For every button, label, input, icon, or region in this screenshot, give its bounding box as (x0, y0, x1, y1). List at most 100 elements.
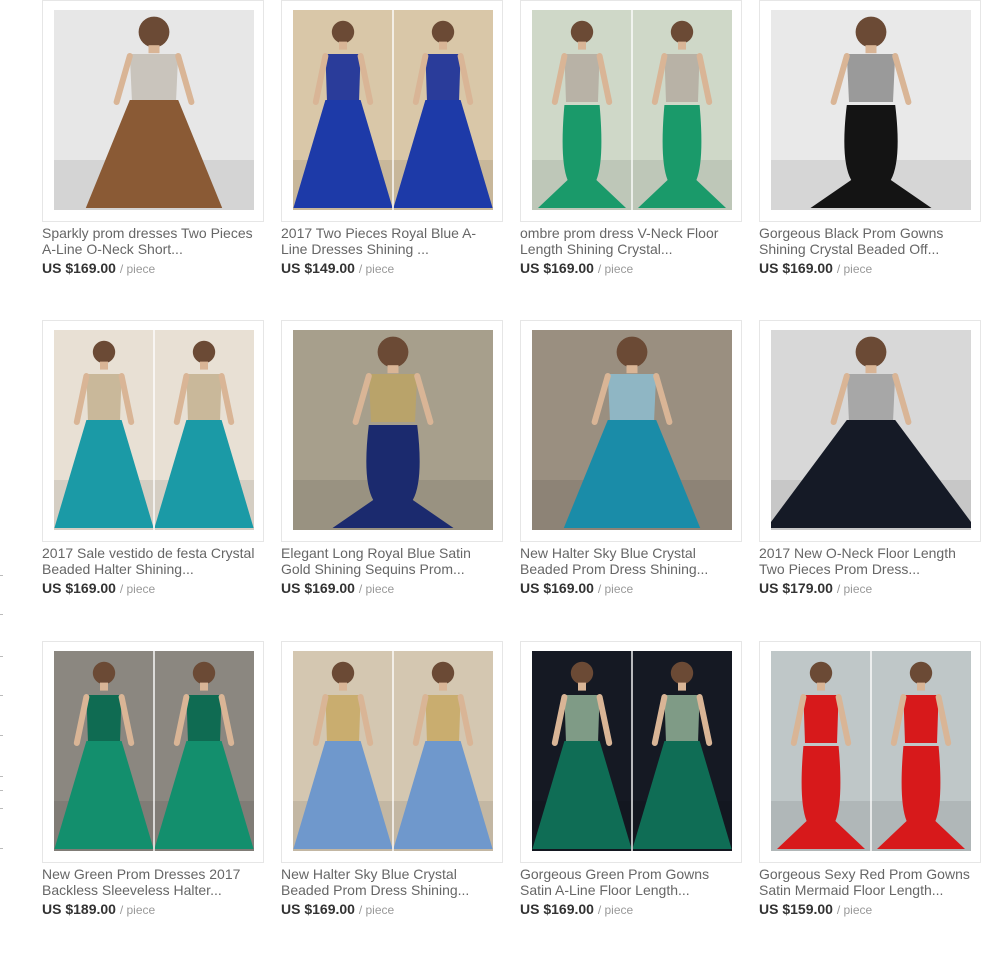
product-image-link[interactable] (520, 0, 742, 222)
product-photo (293, 330, 493, 530)
price-unit: / piece (597, 262, 634, 276)
product-price: US $169.00 / piece (281, 579, 394, 598)
dress-navy-gold-icon (293, 330, 493, 530)
product-title-link[interactable]: Gorgeous Green Prom Gowns Satin A-Line F… (520, 866, 750, 898)
product-image-link[interactable] (759, 320, 981, 542)
product-title-link[interactable]: 2017 Two Pieces Royal Blue A- Line Dress… (281, 225, 511, 257)
dress-brown-two-piece-icon (54, 10, 254, 210)
product-price: US $179.00 / piece (759, 579, 872, 598)
product-image-link[interactable] (520, 320, 742, 542)
product-title-line-1: New Halter Sky Blue Crystal (520, 545, 696, 561)
product-card-6[interactable]: Elegant Long Royal Blue Satin Gold Shini… (281, 320, 503, 610)
product-photo (293, 10, 493, 210)
dress-teal-halter-icon (54, 330, 254, 530)
divider (0, 614, 3, 615)
product-photo (771, 651, 971, 851)
product-image-link[interactable] (759, 641, 981, 863)
dress-black-tiered-icon (771, 330, 971, 530)
product-title-link[interactable]: New Halter Sky Blue Crystal Beaded Prom … (520, 545, 750, 577)
price-amount: US $159.00 (759, 901, 833, 917)
product-title-link[interactable]: Elegant Long Royal Blue Satin Gold Shini… (281, 545, 511, 577)
product-card-2[interactable]: 2017 Two Pieces Royal Blue A- Line Dress… (281, 0, 503, 290)
product-title-link[interactable]: 2017 Sale vestido de festa Crystal Beade… (42, 545, 272, 577)
product-photo (532, 651, 732, 851)
product-card-5[interactable]: 2017 Sale vestido de festa Crystal Beade… (42, 320, 264, 610)
dress-teal-couple-icon (532, 330, 732, 530)
dress-green-aline-icon (532, 651, 732, 851)
price-amount: US $179.00 (759, 580, 833, 596)
product-title-line-2: Beaded Prom Dress Shining... (520, 561, 709, 577)
product-card-10[interactable]: New Halter Sky Blue Crystal Beaded Prom … (281, 641, 503, 931)
product-card-12[interactable]: Gorgeous Sexy Red Prom Gowns Satin Merma… (759, 641, 981, 931)
product-title-link[interactable]: 2017 New O-Neck Floor Length Two Pieces … (759, 545, 989, 577)
product-title-line-2: Beaded Prom Dress Shining... (281, 882, 470, 898)
product-price: US $189.00 / piece (42, 900, 155, 919)
price-amount: US $169.00 (281, 580, 355, 596)
product-title-line-2: Length Shining Crystal... (520, 241, 673, 257)
product-title-link[interactable]: ombre prom dress V-Neck Floor Length Shi… (520, 225, 750, 257)
product-price: US $169.00 / piece (281, 900, 394, 919)
price-unit: / piece (597, 903, 634, 917)
product-title-line-1: 2017 Sale vestido de festa Crystal (42, 545, 255, 561)
divider (0, 776, 3, 777)
price-amount: US $169.00 (520, 260, 594, 276)
product-image-link[interactable] (281, 320, 503, 542)
product-card-4[interactable]: Gorgeous Black Prom Gowns Shining Crysta… (759, 0, 981, 290)
price-unit: / piece (358, 582, 395, 596)
product-title-link[interactable]: New Halter Sky Blue Crystal Beaded Prom … (281, 866, 511, 898)
product-title-line-1: Gorgeous Black Prom Gowns (759, 225, 944, 241)
product-image-link[interactable] (42, 0, 264, 222)
product-title-line-2: Two Pieces Prom Dress... (759, 561, 921, 577)
price-unit: / piece (597, 582, 634, 596)
product-price: US $149.00 / piece (281, 259, 394, 278)
product-title-line-2: Backless Sleeveless Halter... (42, 882, 222, 898)
product-card-1[interactable]: Sparkly prom dresses Two Pieces A-Line O… (42, 0, 264, 290)
product-image-link[interactable] (281, 641, 503, 863)
product-title-link[interactable]: Gorgeous Sexy Red Prom Gowns Satin Merma… (759, 866, 989, 898)
product-title-line-2: Shining Crystal Beaded Off... (759, 241, 940, 257)
product-image-link[interactable] (520, 641, 742, 863)
product-price: US $169.00 / piece (520, 259, 633, 278)
price-unit: / piece (836, 903, 873, 917)
product-image-link[interactable] (42, 320, 264, 542)
product-photo (532, 10, 732, 210)
product-photo (54, 651, 254, 851)
product-title-line-1: Gorgeous Green Prom Gowns (520, 866, 710, 882)
dress-royal-blue-two-piece-icon (293, 10, 493, 210)
divider (0, 575, 3, 576)
product-title-line-2: Satin A-Line Floor Length... (520, 882, 690, 898)
product-card-9[interactable]: New Green Prom Dresses 2017 Backless Sle… (42, 641, 264, 931)
divider (0, 848, 3, 849)
product-image-link[interactable] (759, 0, 981, 222)
divider (0, 735, 3, 736)
product-title-line-1: ombre prom dress V-Neck Floor (520, 225, 719, 241)
product-photo (54, 330, 254, 530)
price-unit: / piece (836, 262, 873, 276)
price-amount: US $169.00 (281, 901, 355, 917)
product-image-link[interactable] (281, 0, 503, 222)
product-title-line-2: A-Line O-Neck Short... (42, 241, 183, 257)
divider (0, 656, 3, 657)
product-title-link[interactable]: Sparkly prom dresses Two Pieces A-Line O… (42, 225, 272, 257)
product-photo (771, 10, 971, 210)
product-card-8[interactable]: 2017 New O-Neck Floor Length Two Pieces … (759, 320, 981, 610)
product-title-link[interactable]: New Green Prom Dresses 2017 Backless Sle… (42, 866, 272, 898)
product-image-link[interactable] (42, 641, 264, 863)
price-unit: / piece (358, 262, 395, 276)
product-photo (771, 330, 971, 530)
dress-green-mermaid-icon (532, 10, 732, 210)
product-card-3[interactable]: ombre prom dress V-Neck Floor Length Shi… (520, 0, 742, 290)
product-photo (293, 651, 493, 851)
product-title-line-2: Line Dresses Shining ... (281, 241, 429, 257)
product-price: US $169.00 / piece (520, 900, 633, 919)
divider (0, 808, 3, 809)
dress-sky-blue-gold-icon (293, 651, 493, 851)
product-title-link[interactable]: Gorgeous Black Prom Gowns Shining Crysta… (759, 225, 989, 257)
product-photo (532, 330, 732, 530)
price-amount: US $169.00 (520, 580, 594, 596)
product-title-line-1: New Green Prom Dresses 2017 (42, 866, 241, 882)
product-card-11[interactable]: Gorgeous Green Prom Gowns Satin A-Line F… (520, 641, 742, 931)
price-amount: US $169.00 (759, 260, 833, 276)
price-amount: US $169.00 (42, 580, 116, 596)
product-card-7[interactable]: New Halter Sky Blue Crystal Beaded Prom … (520, 320, 742, 610)
